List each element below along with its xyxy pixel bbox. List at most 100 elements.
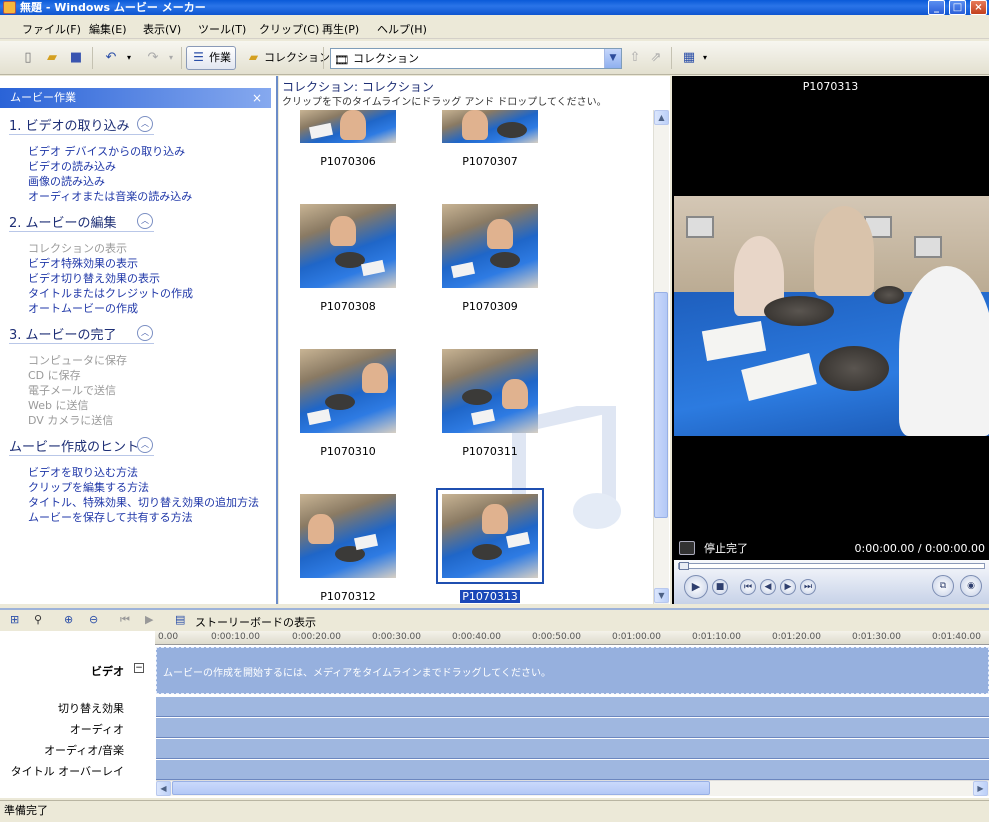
link-video-effects[interactable]: ビデオ特殊効果の表示 (28, 255, 138, 271)
zoom-out-icon[interactable]: ⊖ (89, 613, 98, 626)
link-capture-device[interactable]: ビデオ デバイスからの取り込み (28, 143, 185, 159)
collection-select[interactable]: 🎞 コレクション ▼ (330, 48, 622, 69)
link-tip-effects[interactable]: タイトル、特殊効果、切り替え効果の追加方法 (28, 494, 259, 510)
collapse-chevron-icon[interactable]: ︿ (137, 437, 153, 453)
preview-title: P1070313 (802, 80, 859, 93)
new-collection-icon[interactable]: ⇗ (647, 49, 665, 67)
chevron-down-icon[interactable]: ▼ (604, 49, 621, 68)
menu-play[interactable]: 再生(P) (322, 21, 359, 37)
menu-edit[interactable]: 編集(E) (89, 21, 127, 37)
split-clip-icon[interactable]: ⧉ (932, 575, 954, 597)
link-import-video[interactable]: ビデオの読み込み (28, 158, 116, 174)
clip-thumbnail[interactable] (300, 110, 396, 143)
menu-help[interactable]: ヘルプ(H) (377, 21, 427, 37)
link-show-collections: コレクションの表示 (28, 242, 127, 255)
link-send-dv: DV カメラに送信 (28, 414, 114, 427)
menu-tools[interactable]: ツール(T) (198, 21, 246, 37)
seek-bar[interactable] (678, 563, 985, 569)
zoom-in-icon[interactable]: ⊕ (64, 613, 73, 626)
redo-icon[interactable]: ↷ (144, 49, 162, 67)
redo-dropdown-icon[interactable]: ▾ (162, 49, 180, 67)
selected-clip-text: P1070313 (459, 589, 521, 604)
storyboard-icon[interactable]: ▤ (175, 613, 185, 626)
link-send-web: Web に送信 (28, 399, 89, 412)
title-overlay-track[interactable] (156, 760, 989, 780)
seek-handle[interactable] (679, 562, 689, 570)
timeline-scroll-thumb[interactable] (172, 781, 710, 795)
preview-image (674, 196, 989, 436)
status-bar: 準備完了 (0, 800, 989, 822)
move-up-icon[interactable]: ⇧ (626, 49, 644, 67)
link-titles-credits[interactable]: タイトルまたはクレジットの作成 (28, 285, 193, 301)
close-window-button[interactable]: × (970, 0, 987, 15)
clip-label: P1070306 (320, 155, 376, 168)
clip-thumbnail[interactable] (442, 349, 538, 433)
collection-select-value: コレクション (353, 52, 419, 65)
link-tip-share[interactable]: ムービーを保存して共有する方法 (28, 509, 193, 525)
microphone-icon[interactable]: ⚲ (34, 613, 42, 626)
scroll-right-icon[interactable]: ▶ (973, 781, 988, 796)
music-track[interactable] (156, 739, 989, 759)
maximize-button[interactable]: □ (949, 0, 966, 15)
collapse-chevron-icon[interactable]: ︿ (137, 213, 153, 229)
undo-icon[interactable]: ↶ (102, 49, 120, 67)
link-import-pictures[interactable]: 画像の読み込み (28, 173, 105, 189)
collections-button[interactable]: ▰ コレクション (241, 46, 335, 70)
menu-clip[interactable]: クリップ(C) (259, 21, 319, 37)
link-video-transitions[interactable]: ビデオ切り替え効果の表示 (28, 270, 160, 286)
tick-label: 0:01:00.00 (612, 632, 662, 642)
clip-thumbnail-selected[interactable] (436, 488, 544, 584)
next-frame-icon[interactable]: ⏭ (800, 579, 816, 595)
toolbar-separator (181, 47, 182, 69)
link-import-audio[interactable]: オーディオまたは音楽の読み込み (28, 188, 192, 204)
clip-thumbnail[interactable] (300, 349, 396, 433)
link-automovie[interactable]: オートムービーの作成 (28, 300, 138, 316)
play-icon[interactable]: ▶ (684, 575, 708, 599)
save-icon[interactable]: ■ (67, 49, 85, 67)
link-tip-capture[interactable]: ビデオを取り込む方法 (28, 464, 138, 480)
aspect-ratio-icon[interactable] (679, 541, 695, 555)
clip-thumbnail[interactable] (300, 494, 396, 578)
tasks-button[interactable]: ☰ 作業 (186, 46, 236, 70)
new-file-icon[interactable]: ▯ (19, 49, 37, 67)
snapshot-camera-icon[interactable]: ◉ (960, 575, 982, 597)
clip-thumbnail[interactable] (300, 204, 396, 288)
transition-track[interactable] (156, 697, 989, 717)
tick-label: 0:00:40.00 (452, 632, 502, 642)
open-folder-icon[interactable]: ▰ (43, 49, 61, 67)
collapse-track-icon[interactable]: − (134, 663, 144, 673)
previous-frame-icon[interactable]: ⏮ (740, 579, 756, 595)
task-pane-close-icon[interactable]: × (252, 91, 262, 105)
play-timeline-icon[interactable]: ▶ (145, 613, 153, 626)
narrate-timeline-icon[interactable]: ⊞ (10, 613, 19, 626)
link-tip-edit[interactable]: クリップを編集する方法 (28, 479, 149, 495)
section-title-capture: 1. ビデオの取り込み (9, 119, 130, 134)
toolbar-separator (92, 47, 93, 69)
collection-film-icon: 🎞 (334, 53, 350, 67)
scroll-left-icon[interactable]: ◀ (156, 781, 171, 796)
menu-file[interactable]: ファイル(F) (22, 21, 81, 37)
view-dropdown-icon[interactable]: ▾ (696, 49, 714, 67)
collapse-chevron-icon[interactable]: ︿ (137, 325, 153, 341)
rewind-icon[interactable]: ◀ (760, 579, 776, 595)
tick-label: 0:00:30.00 (372, 632, 422, 642)
rewind-timeline-icon[interactable]: ⏮ (120, 613, 130, 627)
stop-icon[interactable]: ■ (712, 579, 728, 595)
collection-scroll-thumb[interactable] (654, 292, 668, 518)
clip-thumbnail[interactable] (442, 204, 538, 288)
audio-track[interactable] (156, 718, 989, 738)
minimize-button[interactable]: _ (928, 0, 945, 15)
collapse-chevron-icon[interactable]: ︿ (137, 116, 153, 132)
toolbar-separator (671, 47, 672, 69)
forward-icon[interactable]: ▶ (780, 579, 796, 595)
undo-dropdown-icon[interactable]: ▾ (120, 49, 138, 67)
scroll-down-icon[interactable]: ▼ (654, 588, 669, 603)
clip-label: P1070308 (320, 300, 376, 313)
video-track-message: ムービーの作成を開始するには、メディアをタイムラインまでドラッグしてください。 (163, 668, 551, 679)
link-save-cd: CD に保存 (28, 369, 81, 382)
storyboard-toggle-button[interactable]: ストーリーボードの表示 (195, 614, 316, 630)
scroll-up-icon[interactable]: ▲ (654, 110, 669, 125)
clip-thumbnail[interactable] (442, 110, 538, 143)
tasks-label: 作業 (209, 51, 231, 64)
menu-view[interactable]: 表示(V) (143, 21, 181, 37)
